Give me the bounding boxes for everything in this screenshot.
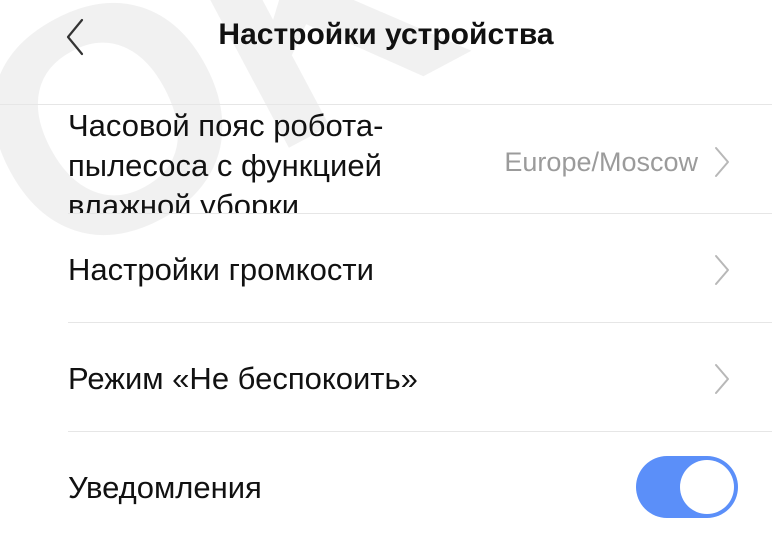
chevron-right-icon xyxy=(715,364,729,394)
page-title: Настройки устройства xyxy=(218,18,554,51)
notifications-toggle[interactable] xyxy=(636,456,738,518)
do-not-disturb-label: Режим «Не беспокоить» xyxy=(68,361,418,396)
chevron-right-icon xyxy=(715,147,729,177)
device-settings-screen: OK Настройки устройства Часовой пояс роб… xyxy=(0,0,772,533)
toggle-knob xyxy=(680,460,734,514)
notifications-label: Уведомления xyxy=(68,470,262,505)
do-not-disturb-row[interactable]: Режим «Не беспокоить» xyxy=(0,323,772,431)
chevron-right-icon xyxy=(715,255,729,285)
header: Настройки устройства xyxy=(0,0,772,78)
volume-settings-row[interactable]: Настройки громкости xyxy=(0,214,772,322)
volume-settings-label: Настройки громкости xyxy=(68,252,374,287)
timezone-label: Часовой пояс робота-пылесоса с функцией … xyxy=(68,108,384,213)
timezone-row[interactable]: Часовой пояс робота-пылесоса с функцией … xyxy=(0,100,772,213)
timezone-value: Europe/Moscow xyxy=(504,147,698,177)
